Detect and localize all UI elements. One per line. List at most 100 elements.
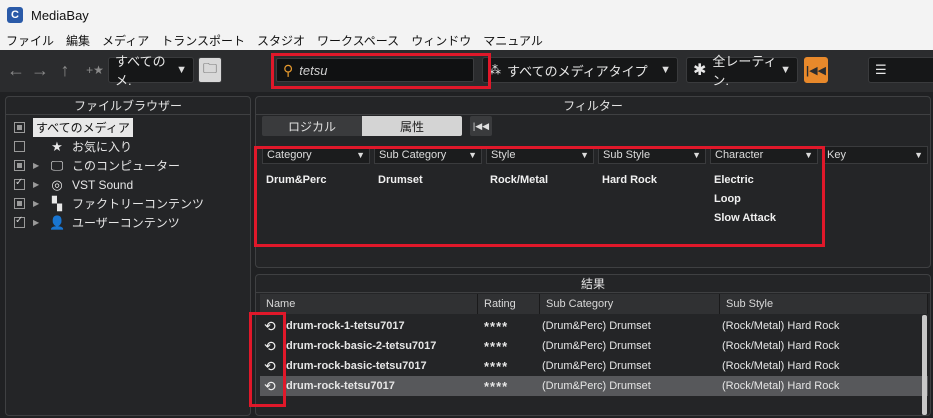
- menu-manual[interactable]: マニュアル: [477, 32, 549, 49]
- result-row[interactable]: ⟲ drum-rock-1-tetsu7017 **** (Drum&Perc) Dr…: [260, 316, 928, 336]
- result-name: drum-rock-basic-tetsu7017: [286, 360, 427, 372]
- result-name: drum-rock-tetsu7017: [286, 380, 395, 392]
- filter-column-key[interactable]: Key ▼: [822, 146, 928, 164]
- menu-studio[interactable]: スタジオ: [251, 32, 311, 49]
- result-rating: ****: [484, 358, 509, 374]
- checkbox[interactable]: [14, 122, 25, 133]
- result-sub-style: (Rock/Metal) Hard Rock: [722, 340, 840, 352]
- column-header-sub-category[interactable]: Sub Category: [540, 294, 720, 314]
- loop-icon: ⟲: [264, 337, 276, 354]
- up-arrow-icon[interactable]: ↑: [57, 58, 73, 82]
- tree-item-label: ユーザーコンテンツ: [72, 216, 180, 230]
- expand-arrow-icon[interactable]: ▶: [33, 218, 43, 227]
- tree-item-this-computer[interactable]: ▶ 🖵 このコンピューター: [14, 156, 180, 175]
- filter-column-label: Sub Category: [379, 149, 447, 161]
- filter-value[interactable]: Rock/Metal: [490, 174, 548, 186]
- filter-column-sub-category[interactable]: Sub Category ▼: [374, 146, 482, 164]
- filter-value[interactable]: Loop: [714, 193, 741, 205]
- chevron-down-icon: ▼: [580, 150, 589, 160]
- filter-column-label: Style: [491, 149, 516, 161]
- chevron-down-icon: ▼: [914, 150, 923, 160]
- chevron-down-icon: ▼: [804, 150, 813, 160]
- filter-column-label: Sub Style: [603, 149, 651, 161]
- view-options-dropdown[interactable]: ☰: [868, 57, 933, 83]
- column-header-sub-style[interactable]: Sub Style: [720, 294, 928, 314]
- menu-edit[interactable]: 編集: [60, 32, 96, 49]
- result-row[interactable]: ⟲ drum-rock-basic-tetsu7017 **** (Drum&Perc…: [260, 356, 928, 376]
- tree-item-factory-content[interactable]: ▶ ▚ ファクトリーコンテンツ: [14, 194, 204, 213]
- menu-file[interactable]: ファイル: [0, 32, 60, 49]
- tree-item-favorites[interactable]: ★ お気に入り: [14, 137, 132, 156]
- menu-window[interactable]: ウィンドウ: [405, 32, 477, 49]
- search-value: tetsu: [299, 62, 328, 78]
- vst-sound-icon: ◎: [51, 176, 63, 192]
- results-scrollbar[interactable]: [922, 315, 927, 415]
- checkbox[interactable]: [14, 198, 25, 209]
- result-sub-category: (Drum&Perc) Drumset: [542, 340, 651, 352]
- result-sub-category: (Drum&Perc) Drumset: [542, 360, 651, 372]
- result-row[interactable]: ⟲ drum-rock-basic-2-tetsu7017 **** (Drum&Pe…: [260, 336, 928, 356]
- media-type-icon: ⁂: [489, 63, 501, 77]
- results-panel: 結果 Name Rating Sub Category Sub Style ⟲ d…: [255, 274, 931, 416]
- filter-value[interactable]: Drumset: [378, 174, 423, 186]
- result-sub-category: (Drum&Perc) Drumset: [542, 380, 651, 392]
- filter-value[interactable]: Hard Rock: [602, 174, 657, 186]
- result-row[interactable]: ⟲ drum-rock-tetsu7017 **** (Drum&Perc) Drum…: [260, 376, 928, 396]
- media-type-label: すべてのメディアタイプ: [507, 63, 648, 79]
- filter-column-label: Category: [267, 149, 312, 161]
- result-rating: ****: [484, 338, 509, 354]
- result-name: drum-rock-basic-2-tetsu7017: [286, 340, 437, 352]
- tree-item-all-media[interactable]: すべてのメディア: [14, 118, 133, 137]
- tab-logical[interactable]: ロジカル: [262, 116, 362, 136]
- filter-column-sub-style[interactable]: Sub Style ▼: [598, 146, 706, 164]
- folder-browse-button[interactable]: 🗀: [198, 57, 222, 83]
- expand-arrow-icon[interactable]: ▶: [33, 180, 43, 189]
- column-header-name[interactable]: Name: [260, 294, 478, 314]
- filter-value[interactable]: Drum&Perc: [266, 174, 327, 186]
- menu-transport[interactable]: トランスポート: [155, 32, 251, 49]
- filter-column-label: Key: [827, 149, 846, 161]
- add-favorite-icon[interactable]: +★: [84, 58, 106, 82]
- back-arrow-icon[interactable]: ←: [7, 58, 25, 82]
- rating-dropdown[interactable]: ✱ 全レーティン. ▼: [686, 54, 798, 88]
- file-browser-panel: ファイルブラウザー すべてのメディア★ お気に入り ▶ 🖵 このコンピューター ▶ ◎ VST…: [5, 96, 251, 416]
- forward-arrow-icon[interactable]: →: [31, 58, 49, 82]
- loop-icon: ⟲: [264, 317, 276, 334]
- tree-item-user-content[interactable]: ▶ 👤 ユーザーコンテンツ: [14, 213, 180, 232]
- reset-icon: |◀◀: [806, 64, 826, 77]
- search-input[interactable]: ⚲ tetsu: [276, 58, 474, 82]
- user-icon: 👤: [49, 214, 66, 230]
- tree-item-label: ファクトリーコンテンツ: [72, 197, 205, 211]
- expand-arrow-icon[interactable]: ▶: [33, 161, 43, 170]
- loop-icon: ⟲: [264, 377, 276, 394]
- media-type-dropdown[interactable]: ⁂ すべてのメディアタイプ ▼: [482, 57, 678, 83]
- loop-icon: ⟲: [264, 357, 276, 374]
- menu-bar: ファイル 編集 メディア トランスポート スタジオ ワークスペース ウィンドウ …: [0, 30, 933, 50]
- computer-icon: 🖵: [50, 157, 64, 173]
- checkbox[interactable]: [14, 215, 25, 228]
- chevron-down-icon: ▼: [692, 150, 701, 160]
- checkbox[interactable]: [14, 177, 25, 190]
- tab-attribute[interactable]: 属性: [362, 116, 462, 136]
- result-sub-style: (Rock/Metal) Hard Rock: [722, 360, 840, 372]
- location-dropdown[interactable]: すべてのメ. ▼: [108, 54, 194, 88]
- expand-arrow-icon[interactable]: ▶: [33, 199, 43, 208]
- chevron-down-icon: ▼: [660, 64, 671, 76]
- filter-column-character[interactable]: Character ▼: [710, 146, 818, 164]
- chevron-down-icon: ▼: [780, 64, 791, 76]
- checkbox[interactable]: [14, 160, 25, 171]
- result-name: drum-rock-1-tetsu7017: [286, 320, 405, 332]
- checkbox[interactable]: [14, 141, 25, 152]
- chevron-down-icon: ▼: [468, 150, 477, 160]
- reset-attribute-button[interactable]: |◀◀: [470, 116, 492, 136]
- column-header-rating[interactable]: Rating: [478, 294, 540, 314]
- menu-media[interactable]: メディア: [96, 32, 155, 49]
- filter-column-category[interactable]: Category ▼: [262, 146, 370, 164]
- menu-workspace[interactable]: ワークスペース: [311, 32, 405, 49]
- filter-value[interactable]: Electric: [714, 174, 754, 186]
- filter-column-style[interactable]: Style ▼: [486, 146, 594, 164]
- app-logo-icon: C: [7, 7, 23, 23]
- filter-value[interactable]: Slow Attack: [714, 212, 776, 224]
- tree-item-vst-sound[interactable]: ▶ ◎ VST Sound: [14, 175, 133, 194]
- reset-filter-button[interactable]: |◀◀: [804, 57, 828, 83]
